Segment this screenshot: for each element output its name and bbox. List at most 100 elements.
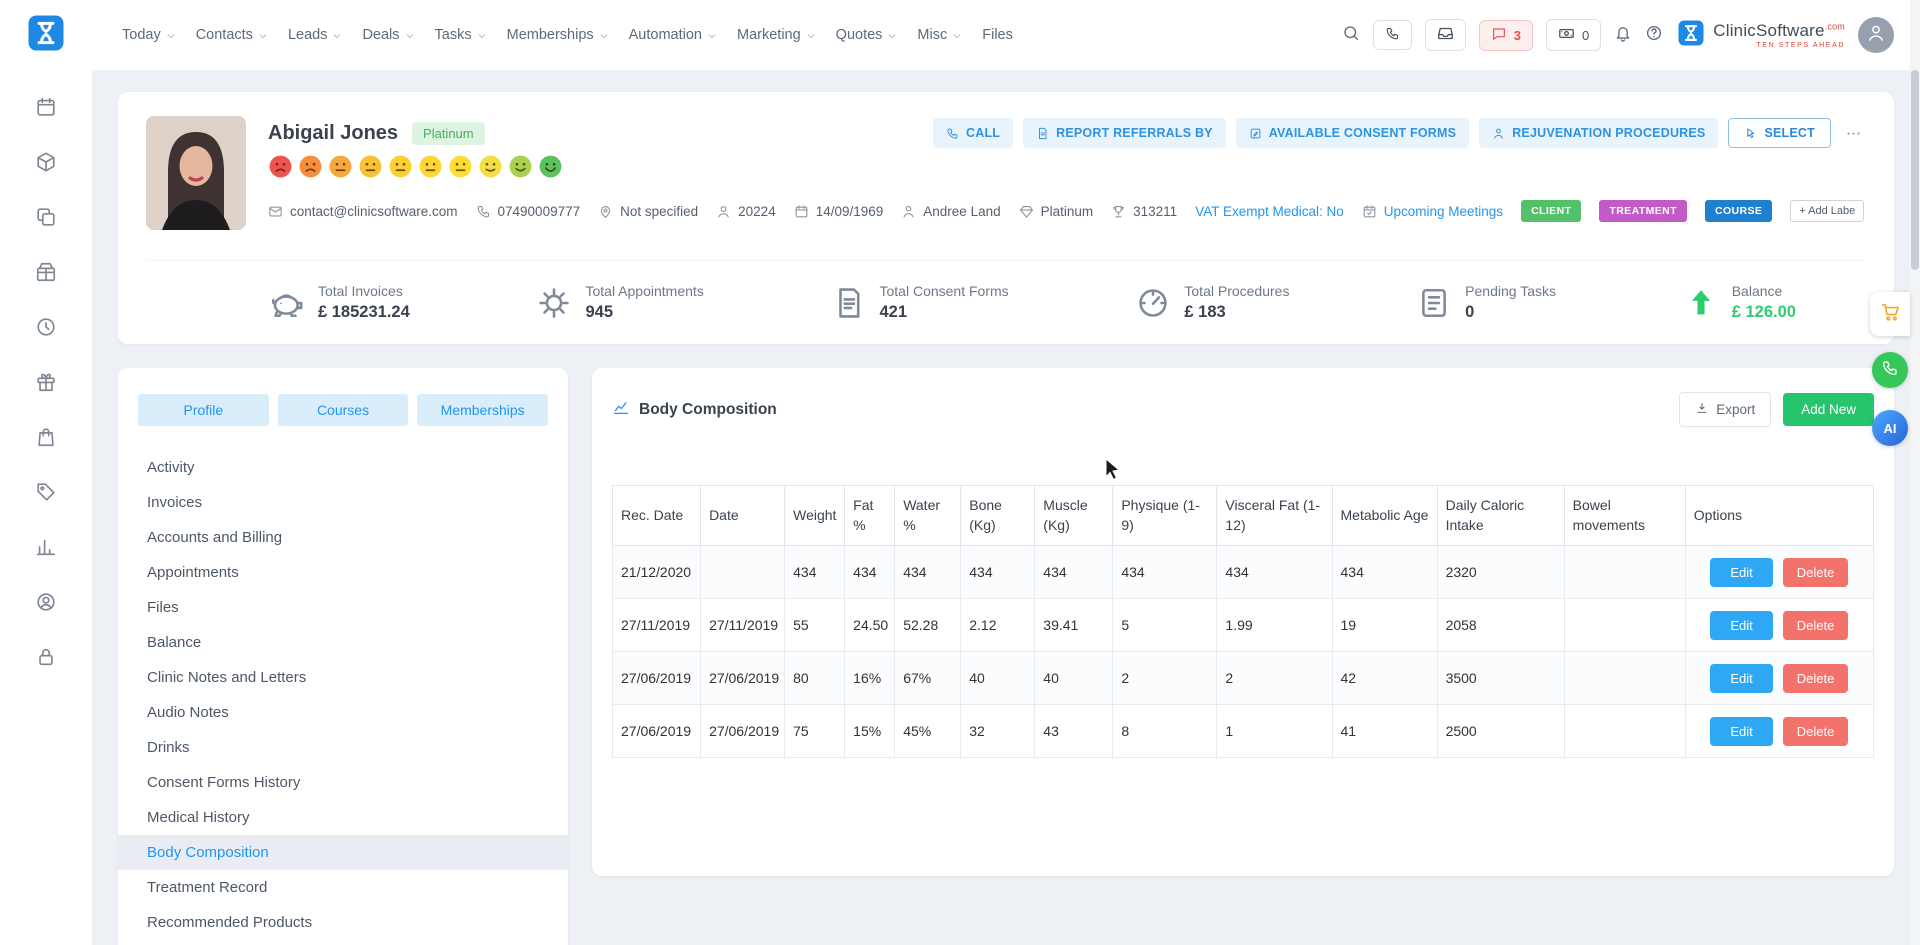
sidebar-lock-icon[interactable] — [35, 646, 57, 668]
cell: 434 — [845, 546, 895, 599]
mood-face-3[interactable] — [328, 154, 353, 179]
available-consent-forms-button[interactable]: AVAILABLE CONSENT FORMS — [1236, 118, 1469, 148]
mood-face-9[interactable] — [508, 154, 533, 179]
trophy-icon — [1111, 204, 1126, 219]
ai-widget[interactable]: AI — [1872, 410, 1908, 446]
notifications-button[interactable] — [1614, 24, 1632, 47]
delete-button[interactable]: Delete — [1783, 717, 1849, 746]
brand-logo[interactable]: ClinicSoftware.com TEN STEPS AHEAD — [1676, 18, 1845, 53]
nav-item-tasks[interactable]: Tasks — [435, 27, 487, 43]
mood-face-1[interactable] — [268, 154, 293, 179]
mood-face-7[interactable] — [448, 154, 473, 179]
profile-menu-clinic-notes-and-letters[interactable]: Clinic Notes and Letters — [118, 660, 568, 695]
inbox-button[interactable] — [1425, 19, 1466, 51]
profile-menu-treatment-record[interactable]: Treatment Record — [118, 870, 568, 905]
mood-face-4[interactable] — [358, 154, 383, 179]
mood-face-5[interactable] — [388, 154, 413, 179]
sidebar-tag-icon[interactable] — [35, 481, 57, 503]
sidebar-support-icon[interactable] — [35, 591, 57, 613]
contact-text: 20224 — [738, 204, 776, 219]
mood-face-6[interactable] — [418, 154, 443, 179]
cell: 434 — [1217, 546, 1332, 599]
tab-courses[interactable]: Courses — [278, 394, 409, 426]
nav-item-misc[interactable]: Misc — [917, 27, 962, 43]
tab-memberships[interactable]: Memberships — [417, 394, 548, 426]
nav-item-files[interactable]: Files — [982, 27, 1013, 43]
profile-menu-activity[interactable]: Activity — [118, 450, 568, 485]
add-new-button[interactable]: Add New — [1783, 393, 1874, 426]
icon-sidebar — [0, 0, 92, 945]
edit-button[interactable]: Edit — [1710, 664, 1772, 693]
sidebar-calendar-icon[interactable] — [35, 96, 57, 118]
profile-menu-balance[interactable]: Balance — [118, 625, 568, 660]
sidebar-shopping-bag-icon[interactable] — [35, 426, 57, 448]
column-header-metabolic-age: Metabolic Age — [1332, 486, 1437, 546]
rejuvenation-procedures-button[interactable]: REJUVENATION PROCEDURES — [1479, 118, 1718, 148]
profile-menu-accounts-and-billing[interactable]: Accounts and Billing — [118, 520, 568, 555]
delete-button[interactable]: Delete — [1783, 611, 1849, 640]
nav-item-automation[interactable]: Automation — [629, 27, 717, 43]
edit-button[interactable]: Edit — [1710, 611, 1772, 640]
export-button[interactable]: Export — [1679, 392, 1771, 427]
cell: 2.12 — [961, 599, 1035, 652]
mood-face-8[interactable] — [478, 154, 503, 179]
stats-row: Total Invoices£ 185231.24Total Appointme… — [146, 260, 1866, 322]
profile-menu-files[interactable]: Files — [118, 590, 568, 625]
profile-menu-recommended-products[interactable]: Recommended Products — [118, 905, 568, 940]
scrollbar-thumb[interactable] — [1911, 70, 1919, 270]
nav-item-quotes[interactable]: Quotes — [836, 27, 898, 43]
profile-menu-appointments[interactable]: Appointments — [118, 555, 568, 590]
nav-item-memberships[interactable]: Memberships — [507, 27, 609, 43]
sidebar-package-icon[interactable] — [35, 261, 57, 283]
call-button[interactable]: CALL — [933, 118, 1013, 148]
main-content: Abigail Jones Platinum contact@clinicsof… — [92, 70, 1920, 945]
cart-widget[interactable] — [1870, 292, 1910, 336]
contact-item-upcoming-meetings[interactable]: Upcoming Meetings — [1362, 204, 1503, 219]
profile-menu-drinks[interactable]: Drinks — [118, 730, 568, 765]
delete-button[interactable]: Delete — [1783, 664, 1849, 693]
help-button[interactable] — [1645, 24, 1663, 47]
report-referrals-by-button[interactable]: REPORT REFERRALS BY — [1023, 118, 1226, 148]
app-logo[interactable] — [25, 0, 67, 70]
sidebar-cube-icon[interactable] — [35, 151, 57, 173]
cell: 43 — [1035, 705, 1113, 758]
sidebar-gift-icon[interactable] — [35, 371, 57, 393]
contact-item-vat-exempt-medical-no[interactable]: VAT Exempt Medical: No — [1195, 204, 1344, 219]
payments-button[interactable]: 0 — [1546, 19, 1601, 51]
mood-face-10[interactable] — [538, 154, 563, 179]
profile-menu-consent-forms-history[interactable]: Consent Forms History — [118, 765, 568, 800]
phone-button[interactable] — [1373, 20, 1412, 50]
package-icon — [35, 261, 57, 283]
delete-button[interactable]: Delete — [1783, 558, 1849, 587]
nav-item-deals[interactable]: Deals — [362, 27, 414, 43]
mood-face-icon — [508, 154, 533, 179]
ai-widget-label: AI — [1884, 421, 1897, 436]
cell: 434 — [1035, 546, 1113, 599]
user-avatar[interactable] — [1858, 17, 1894, 53]
nav-item-today[interactable]: Today — [122, 27, 176, 43]
table-actions: Export Add New — [1679, 392, 1874, 427]
sidebar-bar-chart-icon[interactable] — [35, 536, 57, 558]
profile-menu-medical-history[interactable]: Medical History — [118, 800, 568, 835]
chat-widget[interactable] — [1872, 352, 1908, 388]
profile-menu-audio-notes[interactable]: Audio Notes — [118, 695, 568, 730]
nav-item-contacts[interactable]: Contacts — [196, 27, 268, 43]
nav-item-marketing[interactable]: Marketing — [737, 27, 816, 43]
select-button[interactable]: SELECT — [1728, 118, 1831, 148]
nav-item-leads[interactable]: Leads — [288, 27, 343, 43]
more-actions-button[interactable] — [1841, 119, 1866, 148]
edit-button[interactable]: Edit — [1710, 717, 1772, 746]
profile-menu-body-composition[interactable]: Body Composition — [118, 835, 568, 870]
search-button[interactable] — [1342, 24, 1360, 47]
edit-button[interactable]: Edit — [1710, 558, 1772, 587]
sidebar-history-icon[interactable] — [35, 316, 57, 338]
cell: 5 — [1113, 599, 1217, 652]
mood-face-2[interactable] — [298, 154, 323, 179]
sidebar-layers-icon[interactable] — [35, 206, 57, 228]
nav-item-label: Contacts — [196, 27, 253, 43]
contact-item-andree-land: Andree Land — [901, 204, 1000, 219]
tab-profile[interactable]: Profile — [138, 394, 269, 426]
messages-button[interactable]: 3 — [1479, 20, 1533, 51]
add-label-button[interactable]: + Add Labe — [1790, 200, 1864, 222]
profile-menu-invoices[interactable]: Invoices — [118, 485, 568, 520]
